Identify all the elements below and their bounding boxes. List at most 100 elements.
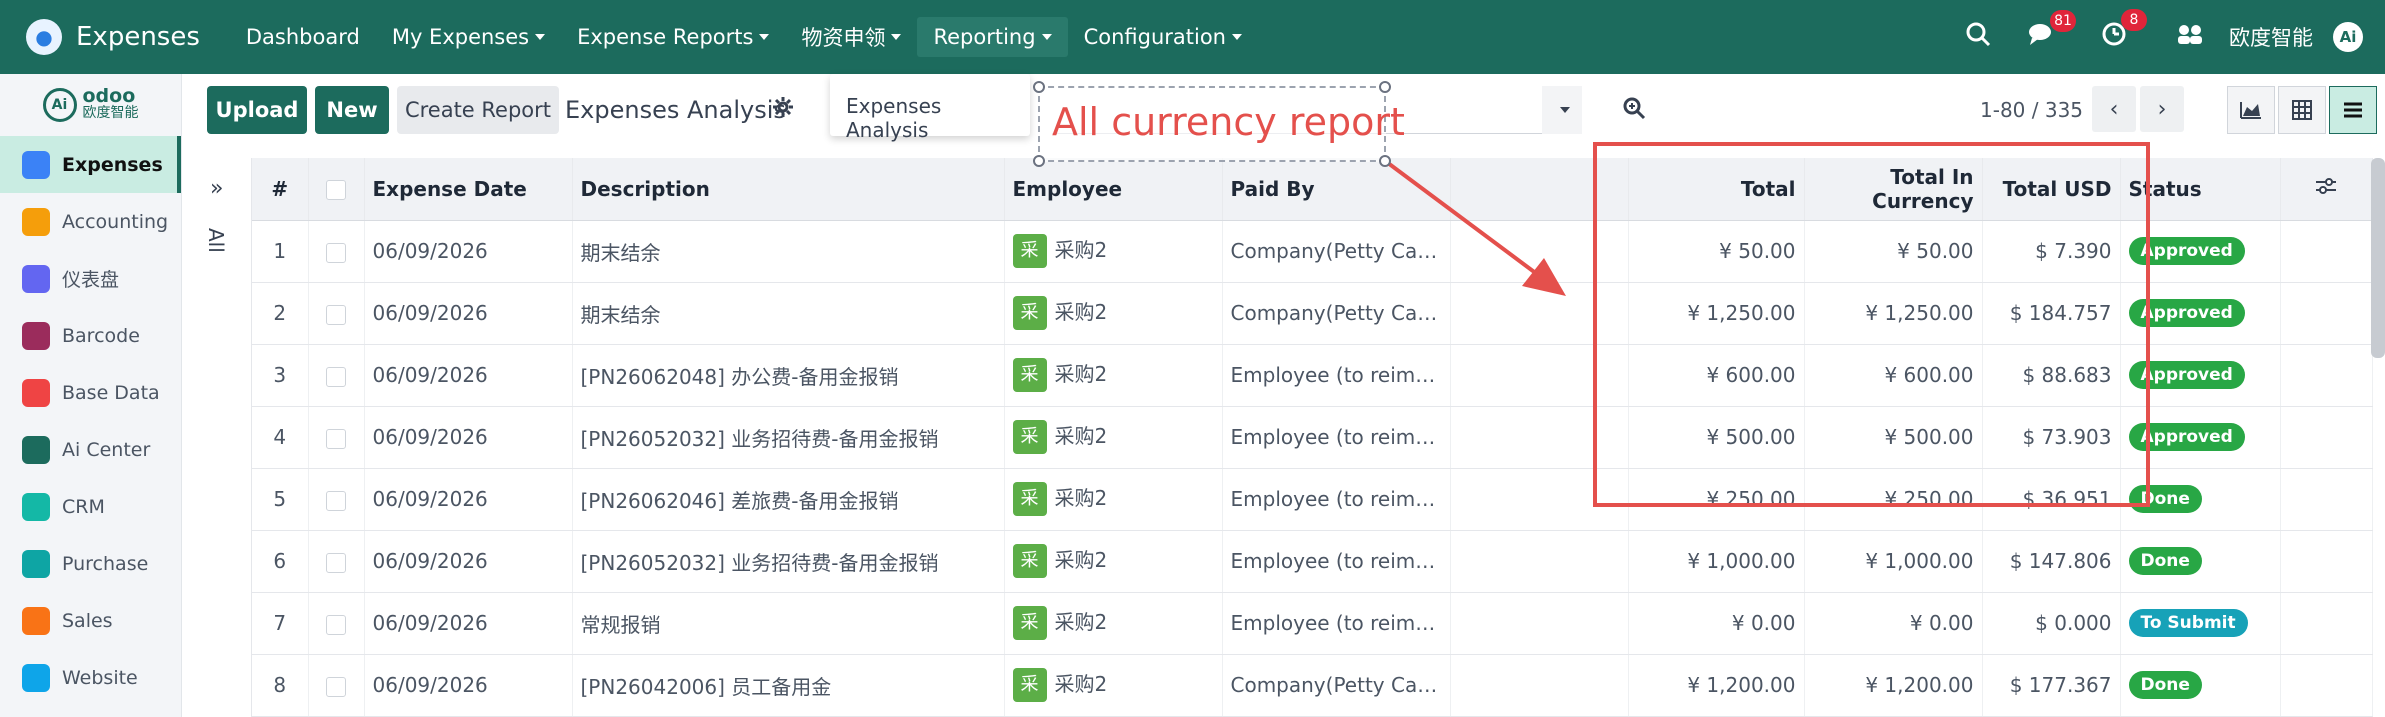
create-report-button[interactable]: Create Report <box>397 86 559 134</box>
sidebar-item-website[interactable]: Website <box>0 649 181 706</box>
row-select[interactable] <box>308 220 365 283</box>
page-title: Expenses Analysis <box>565 96 786 124</box>
select-all-checkbox[interactable] <box>326 180 346 201</box>
employee-name: 采购2 <box>1054 299 1108 324</box>
new-button[interactable]: New <box>315 86 389 134</box>
sidebar-item-ai-center[interactable]: Ai Center <box>0 421 181 478</box>
row-checkbox[interactable] <box>326 428 346 449</box>
vertical-scrollbar[interactable] <box>2371 158 2385 358</box>
search-options-toggle[interactable] <box>1542 86 1582 134</box>
gear-icon[interactable] <box>772 96 794 124</box>
messages-icon[interactable]: 81 <box>2028 10 2076 52</box>
total-amount: ¥ 1,000.00 <box>1628 530 1805 593</box>
user-avatar[interactable]: Ai <box>2333 22 2363 52</box>
total-in-currency: ¥ 0.00 <box>1804 592 1983 655</box>
empty-cell <box>1450 654 1629 717</box>
table-row[interactable]: 8 06/09/2026 [PN26042006] 员工备用金采采购2 Company… <box>252 654 2373 717</box>
expense-date: 06/09/2026 <box>364 592 573 655</box>
company-name[interactable]: 欧度智能 <box>2229 22 2313 52</box>
employee-avatar: 采 <box>1012 358 1047 393</box>
upload-button[interactable]: Upload <box>207 86 307 134</box>
activity-clock-icon[interactable]: 8 <box>2101 9 2147 53</box>
col-header-expense-date[interactable]: Expense Date <box>364 158 573 221</box>
pager-next-button[interactable]: › <box>2140 86 2184 132</box>
menu-my-expenses[interactable]: My Expenses <box>376 17 561 57</box>
row-checkbox[interactable] <box>326 242 346 263</box>
pager-value[interactable]: 1-80 / 335 <box>1980 98 2083 122</box>
menu-material-request[interactable]: 物资申领 <box>785 17 917 57</box>
expense-date: 06/09/2026 <box>364 406 573 469</box>
sidebar-item-仪表盘[interactable]: 仪表盘 <box>0 250 181 307</box>
row-select[interactable] <box>308 530 365 593</box>
resize-handle[interactable] <box>1379 81 1391 93</box>
row-checkbox[interactable] <box>326 552 346 573</box>
table-row[interactable]: 7 06/09/2026 常规报销采采购2 Employee (to reimbur.… <box>252 592 2373 655</box>
row-end-cell <box>2280 406 2373 469</box>
expense-date: 06/09/2026 <box>364 344 573 407</box>
menu-configuration[interactable]: Configuration <box>1068 17 1258 57</box>
total-amount: ¥ 1,200.00 <box>1628 654 1805 717</box>
expenses-icon <box>22 150 50 179</box>
resize-handle[interactable] <box>1379 155 1391 167</box>
employee-avatar: 采 <box>1012 482 1047 517</box>
sidebar-item-sales[interactable]: Sales <box>0 592 181 649</box>
row-select[interactable] <box>308 654 365 717</box>
row-number: 1 <box>252 220 309 283</box>
search-panel-toggle[interactable]: » All <box>182 158 252 717</box>
row-select[interactable] <box>308 282 365 345</box>
row-number: 5 <box>252 468 309 531</box>
sidebar-item-crm[interactable]: CRM <box>0 478 181 535</box>
dashboard-icon <box>22 264 50 293</box>
pager-previous-button[interactable]: ‹ <box>2092 86 2136 132</box>
row-number: 4 <box>252 406 309 469</box>
search-icon[interactable] <box>1965 21 1991 53</box>
row-checkbox[interactable] <box>326 304 346 325</box>
resize-handle[interactable] <box>1033 81 1045 93</box>
sidebar-item-expenses[interactable]: Expenses <box>0 136 181 193</box>
row-checkbox[interactable] <box>326 366 346 387</box>
pivot-view-icon[interactable] <box>2278 86 2326 134</box>
resize-handle[interactable] <box>1033 155 1045 167</box>
ai-center-icon <box>22 435 50 464</box>
employee-name: 采购2 <box>1054 547 1108 572</box>
zoom-search-icon[interactable] <box>1622 96 1646 126</box>
expense-date: 06/09/2026 <box>364 282 573 345</box>
menu-reporting[interactable]: Reporting <box>917 17 1068 57</box>
total-usd: $ 147.806 <box>1982 530 2121 593</box>
row-checkbox[interactable] <box>326 490 346 511</box>
company-switch-icon[interactable] <box>2176 23 2204 51</box>
graph-view-icon[interactable] <box>2227 86 2275 134</box>
messages-badge: 81 <box>2050 10 2076 32</box>
optional-columns-icon[interactable] <box>2280 158 2373 221</box>
row-checkbox[interactable] <box>326 676 346 697</box>
paid-by: Employee (to reimbur... <box>1222 592 1451 655</box>
systray: 81 8 欧度智能 Ai <box>1950 0 2385 74</box>
row-select[interactable] <box>308 592 365 655</box>
row-select[interactable] <box>308 406 365 469</box>
status-badge: Done <box>2128 547 2202 575</box>
table-row[interactable]: 6 06/09/2026 [PN26052032] 业务招待费-备用金报销采采购2 E… <box>252 530 2373 593</box>
col-header-select-all[interactable] <box>308 158 365 221</box>
row-number: 3 <box>252 344 309 407</box>
accounting-icon <box>22 207 50 236</box>
col-header-employee[interactable]: Employee <box>1004 158 1223 221</box>
row-select[interactable] <box>308 344 365 407</box>
dropdown-item-expenses-analysis[interactable]: Expenses Analysis <box>846 94 1030 142</box>
sidebar-item-base-data[interactable]: Base Data <box>0 364 181 421</box>
app-brand[interactable]: ● Expenses <box>26 19 230 55</box>
row-end-cell <box>2280 468 2373 531</box>
double-chevron-right-icon[interactable]: » <box>210 176 223 201</box>
menu-dashboard[interactable]: Dashboard <box>230 17 376 57</box>
menu-expense-reports[interactable]: Expense Reports <box>561 17 785 57</box>
row-select[interactable] <box>308 468 365 531</box>
row-checkbox[interactable] <box>326 614 346 635</box>
employee-name: 采购2 <box>1054 485 1108 510</box>
row-end-cell <box>2280 530 2373 593</box>
sidebar-item-barcode[interactable]: Barcode <box>0 307 181 364</box>
col-header-description[interactable]: Description <box>572 158 1005 221</box>
sidebar-item-accounting[interactable]: Accounting <box>0 193 181 250</box>
logo-sub: 欧度智能 <box>82 105 139 121</box>
sidebar-item-purchase[interactable]: Purchase <box>0 535 181 592</box>
list-view-icon[interactable] <box>2329 86 2377 134</box>
col-header-paid-by[interactable]: Paid By <box>1222 158 1451 221</box>
